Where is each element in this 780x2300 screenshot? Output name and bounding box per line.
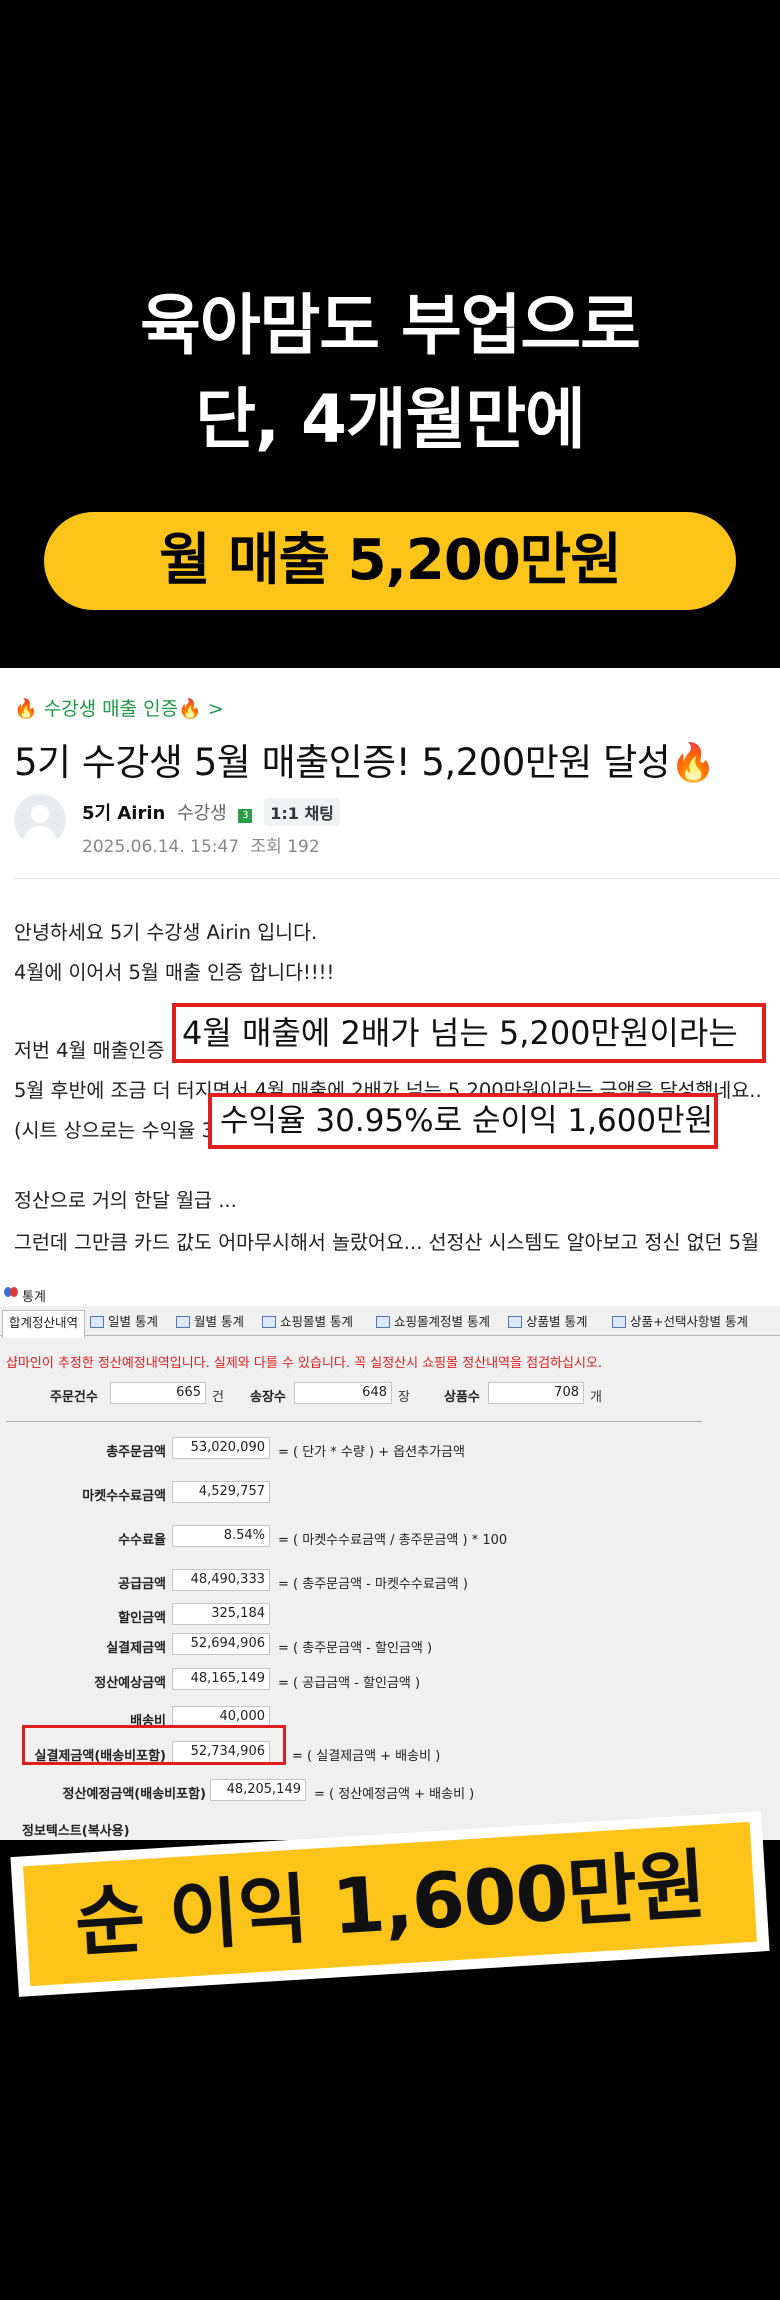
table-icon bbox=[90, 1316, 104, 1328]
author-info: 5기 Airin 수강생 3 1:1 채팅 bbox=[82, 798, 340, 826]
row-value-field[interactable]: 48,165,149 bbox=[172, 1668, 270, 1690]
info-text-label: 정보텍스트(복사용) bbox=[22, 1824, 130, 1839]
body-line: 안녕하세요 5기 수강생 Airin 입니다. bbox=[14, 921, 318, 944]
author-name[interactable]: 5기 Airin bbox=[82, 803, 165, 824]
avatar[interactable] bbox=[14, 794, 66, 846]
highlight-callout-profit: 수익율 30.95%로 순이익 1,600만원 bbox=[208, 1093, 718, 1149]
tab-label: 합계정산내역 bbox=[9, 1315, 79, 1330]
row-formula: = ( 정산예정금액 + 배송비 ) bbox=[314, 1787, 475, 1802]
stats-window: 통계 합계정산내역 일별 통계 월별 통계 쇼핑몰별 통계 쇼핑몰계정별 통계 … bbox=[0, 1280, 780, 1840]
products-unit: 개 bbox=[590, 1390, 602, 1405]
invoices-field[interactable]: 648 bbox=[294, 1382, 392, 1404]
row-formula: = ( 마켓수수료금액 / 총주문금액 ) * 100 bbox=[278, 1533, 508, 1548]
post-views: 조회 192 bbox=[250, 837, 320, 857]
tab-summary[interactable]: 합계정산내역 bbox=[2, 1310, 86, 1338]
tab-by-mall[interactable]: 쇼핑몰별 통계 bbox=[262, 1310, 353, 1336]
row-formula: = ( 총주문금액 - 할인금액 ) bbox=[278, 1641, 433, 1656]
tab-by-product[interactable]: 상품별 통계 bbox=[508, 1310, 587, 1336]
row-label: 실결제금액 bbox=[106, 1641, 166, 1656]
row-label: 총주문금액 bbox=[106, 1445, 166, 1460]
table-icon bbox=[262, 1316, 276, 1328]
author-role: 수강생 bbox=[177, 803, 227, 824]
row-formula: = ( 단가 * 수량 ) + 옵션추가금액 bbox=[278, 1445, 465, 1460]
row-value-field[interactable]: 4,529,757 bbox=[172, 1481, 270, 1503]
invoices-unit: 장 bbox=[398, 1390, 410, 1405]
row-label: 공급금액 bbox=[118, 1577, 166, 1592]
tab-label: 쇼핑몰별 통계 bbox=[280, 1314, 353, 1329]
orders-field[interactable]: 665 bbox=[110, 1382, 206, 1404]
tab-label: 상품별 통계 bbox=[526, 1314, 588, 1329]
post-meta: 2025.06.14. 15:47 조회 192 bbox=[82, 832, 320, 857]
tab-by-product-option[interactable]: 상품+선택사항별 통계 bbox=[612, 1310, 748, 1336]
highlight-callout-sales: 4월 매출에 2배가 넘는 5,200만원이라는 bbox=[172, 1003, 766, 1063]
hero-section: 육아맘도 부업으로 단, 4개월만에 월 매출 5,200만원 bbox=[0, 0, 780, 668]
row-label: 정산예상금액 bbox=[94, 1676, 166, 1691]
table-icon bbox=[376, 1316, 390, 1328]
body-line: 저번 4월 매출인증 bbox=[14, 1039, 165, 1062]
tab-label: 월별 통계 bbox=[194, 1314, 244, 1329]
post-title: 5기 수강생 5월 매출인증! 5,200만원 달성🔥 bbox=[14, 741, 716, 784]
table-icon bbox=[176, 1316, 190, 1328]
row-formula: = ( 총주문금액 - 마켓수수료금액 ) bbox=[278, 1577, 468, 1592]
row-label: 정산예정금액(배송비포함) bbox=[62, 1787, 206, 1802]
hero-headline-line1: 육아맘도 부업으로 bbox=[140, 287, 641, 364]
tab-daily[interactable]: 일별 통계 bbox=[90, 1310, 158, 1336]
tab-label: 일별 통계 bbox=[108, 1314, 158, 1329]
tab-bar: 합계정산내역 일별 통계 월별 통계 쇼핑몰별 통계 쇼핑몰계정별 통계 상품별… bbox=[0, 1308, 780, 1338]
row-value-field[interactable]: 48,490,333 bbox=[172, 1569, 270, 1591]
products-field[interactable]: 708 bbox=[488, 1382, 584, 1404]
window-title: 통계 bbox=[22, 1290, 46, 1305]
tab-label: 상품+선택사항별 통계 bbox=[630, 1314, 748, 1329]
row-value-field[interactable]: 325,184 bbox=[172, 1603, 270, 1625]
warning-text: 샵마인이 추정한 정산예정내역입니다. 실제와 다를 수 있습니다. 꼭 실정산… bbox=[6, 1356, 603, 1371]
divider bbox=[14, 878, 780, 879]
tab-monthly[interactable]: 월별 통계 bbox=[176, 1310, 244, 1336]
section-divider bbox=[6, 1421, 702, 1422]
cafe-post: 🔥 수강생 매출 인증🔥 > 5기 수강생 5월 매출인증! 5,200만원 달… bbox=[0, 668, 780, 1280]
row-formula: = ( 실결제금액 + 배송비 ) bbox=[292, 1749, 441, 1764]
row-value-field[interactable]: 52,694,906 bbox=[172, 1633, 270, 1655]
body-line: 그런데 그만큼 카드 값도 어마무시해서 놀랐어요... 선정산 시스템도 알아… bbox=[14, 1231, 760, 1254]
table-icon bbox=[612, 1316, 626, 1328]
chat-button[interactable]: 1:1 채팅 bbox=[264, 798, 340, 826]
orders-unit: 건 bbox=[212, 1390, 224, 1405]
invoices-label: 송장수 bbox=[250, 1390, 286, 1405]
post-date: 2025.06.14. 15:47 bbox=[82, 837, 240, 857]
row-label: 마켓수수료금액 bbox=[82, 1489, 166, 1504]
tab-by-mall-account[interactable]: 쇼핑몰계정별 통계 bbox=[376, 1310, 490, 1336]
tab-label: 쇼핑몰계정별 통계 bbox=[394, 1314, 490, 1329]
app-icon bbox=[4, 1287, 18, 1299]
row-value-field[interactable]: 53,020,090 bbox=[172, 1437, 270, 1459]
body-line: 4월에 이어서 5월 매출 인증 합니다!!!! bbox=[14, 961, 335, 984]
table-icon bbox=[508, 1316, 522, 1328]
row-label: 할인금액 bbox=[118, 1611, 166, 1626]
row-label: 수수료율 bbox=[118, 1533, 166, 1548]
body-line: 정산으로 거의 한달 월급 ... bbox=[14, 1189, 237, 1212]
products-label: 상품수 bbox=[444, 1390, 480, 1405]
hero-highlight-pill: 월 매출 5,200만원 bbox=[44, 512, 736, 610]
hero-headline-line2: 단, 4개월만에 bbox=[195, 381, 586, 458]
orders-label: 주문건수 bbox=[50, 1390, 98, 1405]
highlight-box bbox=[22, 1725, 286, 1765]
row-value-field[interactable]: 48,205,149 bbox=[210, 1779, 306, 1801]
level-badge-icon: 3 bbox=[238, 809, 253, 823]
board-link[interactable]: 🔥 수강생 매출 인증🔥 > bbox=[14, 694, 224, 721]
row-value-field[interactable]: 8.54% bbox=[172, 1525, 270, 1547]
window-titlebar: 통계 bbox=[0, 1280, 780, 1306]
row-formula: = ( 공급금액 - 할인금액 ) bbox=[278, 1676, 421, 1691]
